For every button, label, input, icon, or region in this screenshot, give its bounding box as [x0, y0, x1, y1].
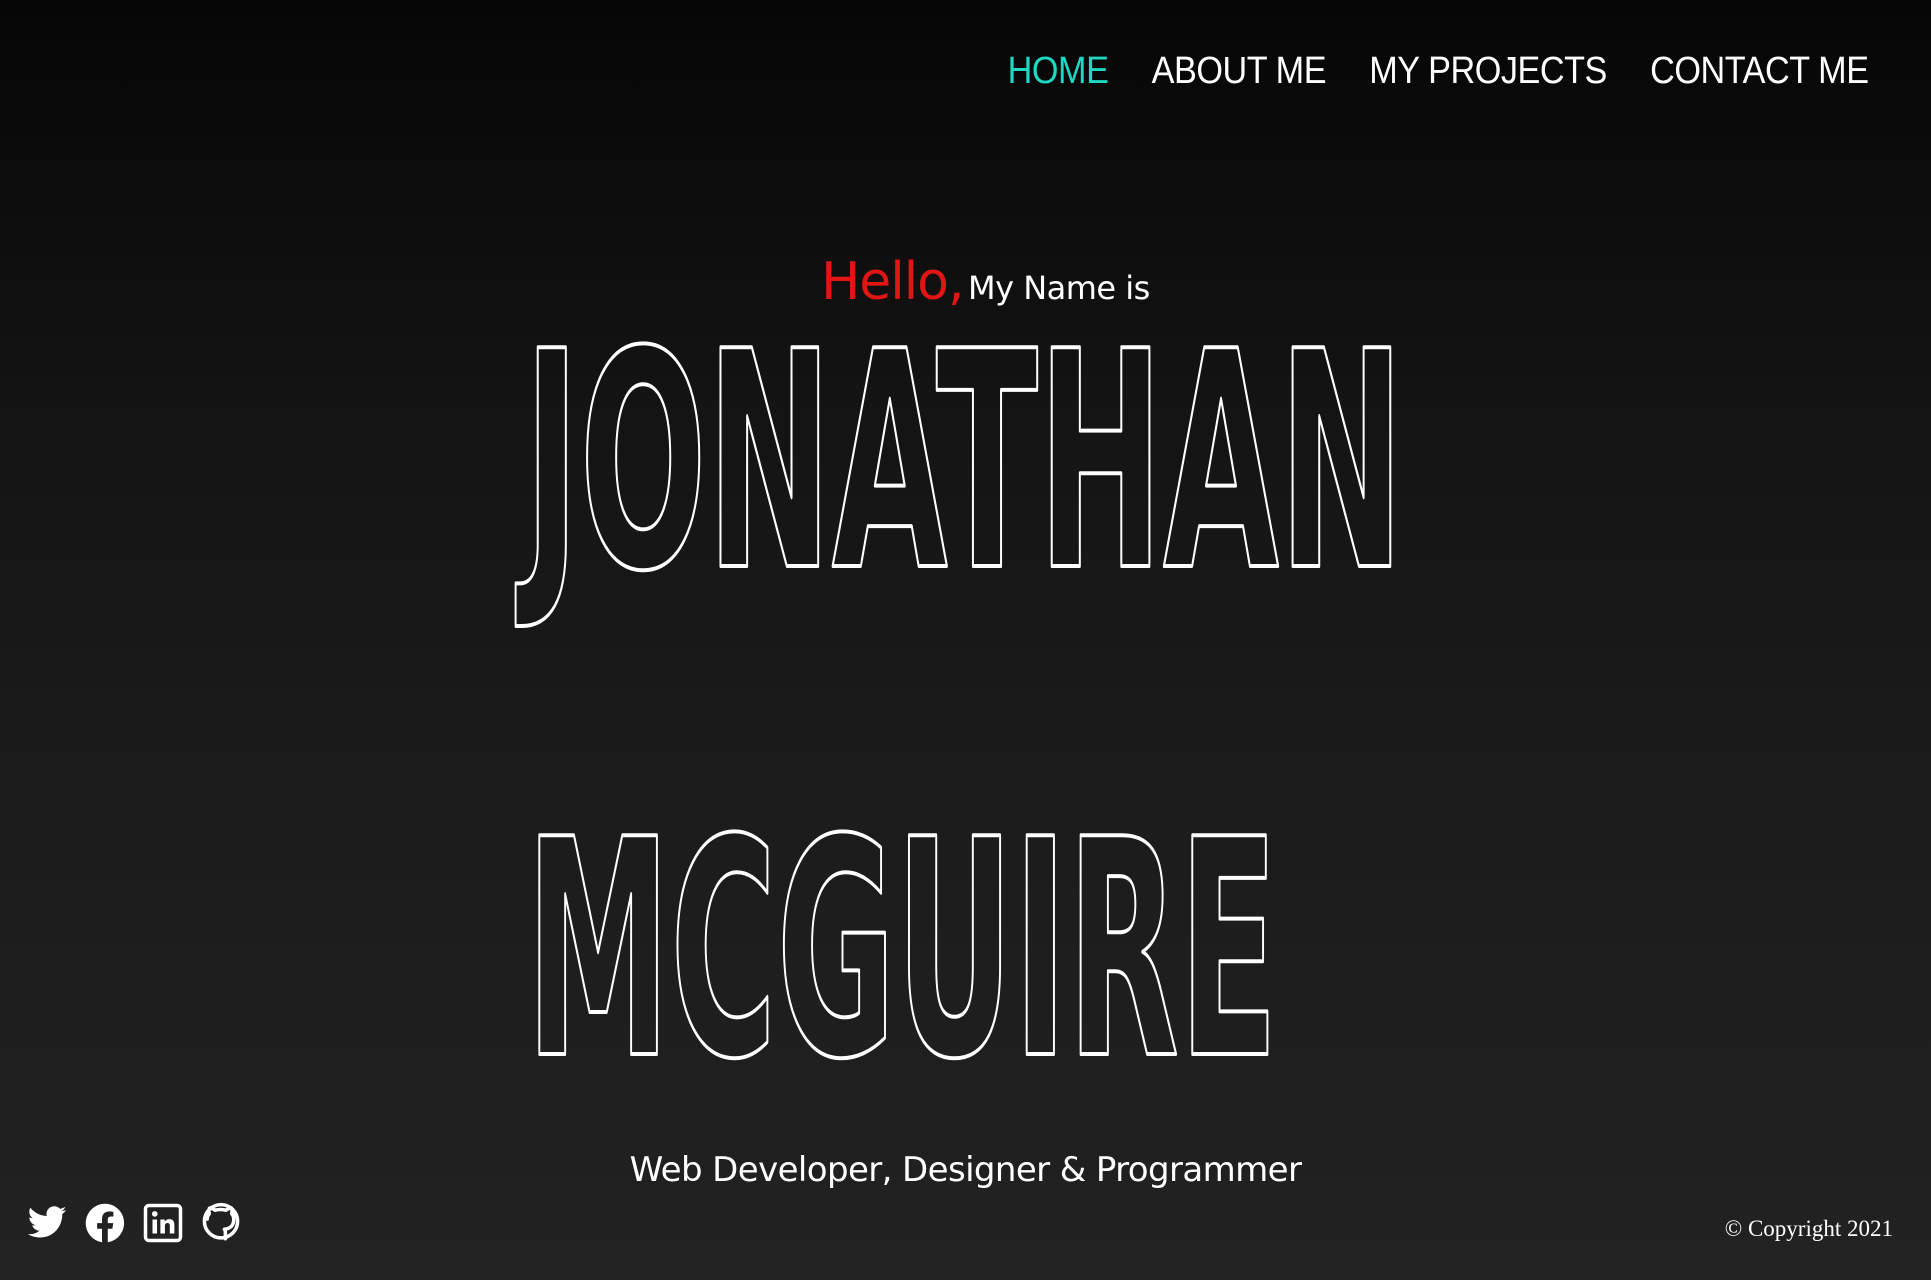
nav-my-projects[interactable]: MY PROJECTS	[1370, 50, 1608, 93]
facebook-icon[interactable]	[84, 1198, 126, 1248]
nav-contact-me[interactable]: CONTACT ME	[1651, 50, 1870, 93]
name-heading: JONATHAN MCGUIRE	[513, 286, 1406, 1127]
tagline: Web Developer, Designer & Programmer	[629, 1150, 1302, 1190]
greeting: Hello, My Name is	[0, 252, 1931, 312]
linkedin-icon[interactable]	[142, 1198, 184, 1248]
last-name: MCGUIRE	[526, 776, 1278, 1125]
copyright: © Copyright 2021	[1724, 1216, 1893, 1241]
first-name: JONATHAN	[515, 288, 1404, 637]
main-nav: HOME ABOUT ME MY PROJECTS CONTACT ME	[1008, 50, 1869, 93]
social-links	[26, 1198, 242, 1248]
nav-home[interactable]: HOME	[1008, 50, 1109, 93]
intro-text: My Name is	[967, 269, 1150, 307]
hello-text: Hello,	[821, 252, 964, 312]
github-icon[interactable]	[200, 1198, 242, 1248]
twitter-icon[interactable]	[26, 1198, 68, 1248]
nav-about-me[interactable]: ABOUT ME	[1152, 50, 1327, 93]
